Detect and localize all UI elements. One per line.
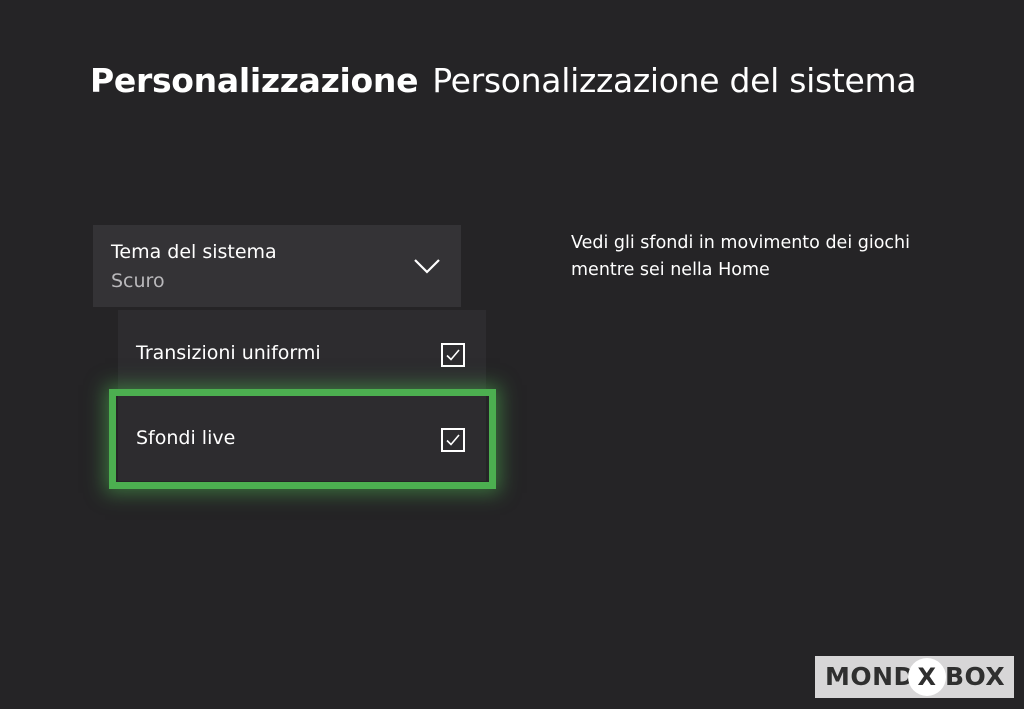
dropdown-value: Scuro xyxy=(111,270,165,292)
watermark-text-right: BOX xyxy=(945,662,1006,691)
page-header: Personalizzazione Personalizzazione del s… xyxy=(90,58,917,104)
page-title: Personalizzazione del sistema xyxy=(432,61,917,100)
section-title: Personalizzazione xyxy=(90,61,419,100)
smooth-transitions-option[interactable]: Transizioni uniformi xyxy=(118,310,486,398)
dropdown-label: Tema del sistema xyxy=(111,241,277,263)
focus-highlight xyxy=(109,389,496,489)
option-label: Transizioni uniformi xyxy=(136,342,321,364)
system-theme-dropdown[interactable]: Tema del sistema Scuro xyxy=(93,225,461,307)
option-description: Vedi gli sfondi in movimento dei giochi … xyxy=(571,233,910,280)
smooth-transitions-checkbox[interactable] xyxy=(441,343,465,367)
xbox-logo-icon: X xyxy=(908,658,946,696)
checkmark-icon xyxy=(446,349,460,361)
watermark-logo: MOND X BOX xyxy=(815,656,1014,698)
watermark-text-left: MOND xyxy=(825,662,915,691)
chevron-down-icon xyxy=(414,259,440,274)
